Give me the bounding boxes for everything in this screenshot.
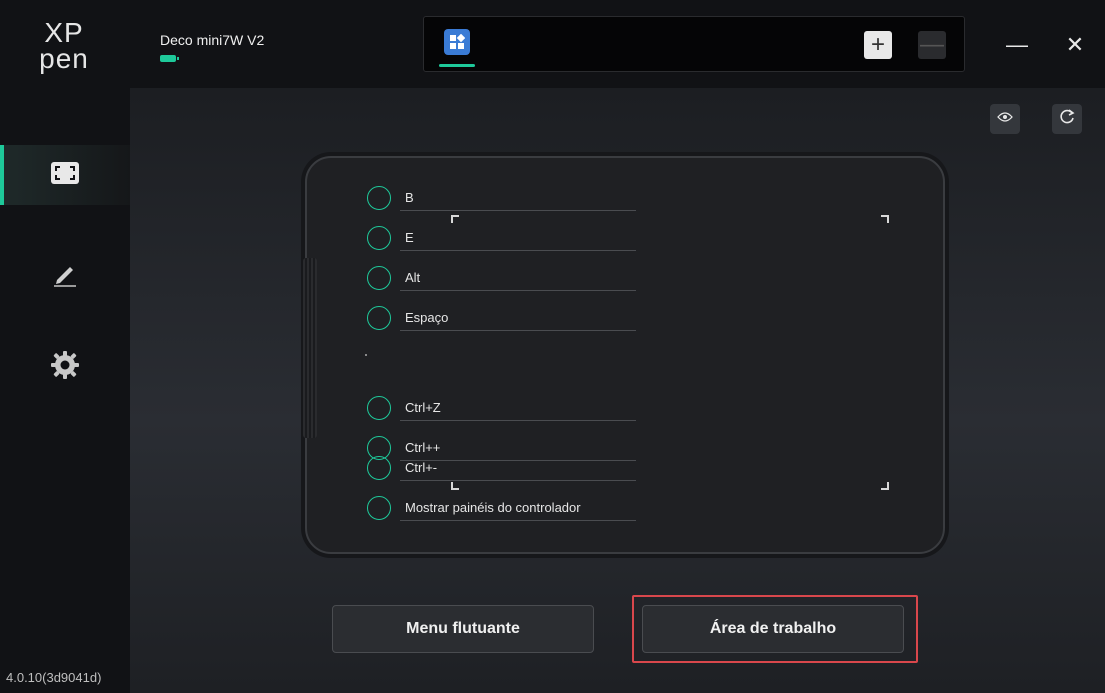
express-key-label: Ctrl++ [405,440,441,455]
gear-icon [50,350,80,385]
app-tabs-bar: + — [423,16,965,72]
area-corner-top-left [451,215,459,223]
express-key-button[interactable] [367,496,391,520]
express-key-3[interactable]: Alt [367,264,647,296]
area-corner-top-right [881,215,889,223]
express-key-button[interactable] [367,456,391,480]
express-key-4[interactable]: Espaço [367,304,647,336]
logo-bottom-text: pen [39,43,89,74]
xppen-driver-window: XP pen 4.0.10(3d9041d) Deco mini7W V2 + … [0,0,1105,693]
battery-icon [160,55,179,62]
app-tab-all-apps[interactable] [432,21,482,67]
tab-active-indicator [439,64,475,67]
express-key-2[interactable]: E [367,224,647,256]
express-key-button[interactable] [367,226,391,250]
xppen-logo: XP pen [24,19,104,90]
key-underline [400,290,636,291]
tablet-illustration: B E Alt Espaço Ctrl+Z Ctrl++ Ctrl+- Most… [303,156,945,554]
express-key-button[interactable] [367,266,391,290]
express-key-1[interactable]: B [367,184,647,216]
frame-icon [51,161,79,189]
area-corner-bottom-left [451,482,459,490]
express-key-7[interactable]: Ctrl+- [367,454,647,486]
express-key-label: E [405,230,414,245]
sidebar-item-work-area[interactable] [0,145,130,205]
app-grid-icon [444,29,470,55]
area-corner-bottom-right [881,482,889,490]
key-underline [400,250,636,251]
refresh-icon [1058,108,1076,131]
express-key-label: B [405,190,414,205]
key-underline [400,210,636,211]
sidebar-item-settings[interactable] [0,337,130,397]
version-label: 4.0.10(3d9041d) [6,670,102,685]
add-app-button[interactable]: + [864,31,892,59]
express-key-8[interactable]: Mostrar painéis do controlador [367,494,647,526]
tablet-side-grip [303,258,317,438]
express-key-label: Ctrl+Z [405,400,441,415]
floating-menu-button[interactable]: Menu flutuante [332,605,594,653]
pen-icon [51,260,79,293]
sidebar: XP pen 4.0.10(3d9041d) [0,0,130,693]
express-key-label: Ctrl+- [405,460,438,475]
key-underline [400,330,636,331]
device-name[interactable]: Deco mini7W V2 [160,32,264,48]
sidebar-item-pen[interactable] [0,246,130,306]
express-key-button[interactable] [367,186,391,210]
express-key-label: Espaço [405,310,449,325]
express-key-label: Alt [405,270,421,285]
preview-button[interactable] [990,104,1020,134]
separator-dot [365,354,367,356]
topbar: Deco mini7W V2 + — — ✕ [130,0,1105,88]
remove-app-button[interactable]: — [918,31,946,59]
reset-button[interactable] [1052,104,1082,134]
minimize-button[interactable]: — [1002,30,1032,60]
key-underline [400,480,636,481]
express-key-button[interactable] [367,306,391,330]
key-underline [400,520,636,521]
express-key-label: Mostrar painéis do controlador [405,500,581,515]
workspace-button-highlight [632,595,918,663]
eye-icon [997,110,1013,128]
main-panel: B E Alt Espaço Ctrl+Z Ctrl++ Ctrl+- Most… [130,88,1105,693]
close-button[interactable]: ✕ [1060,30,1090,60]
